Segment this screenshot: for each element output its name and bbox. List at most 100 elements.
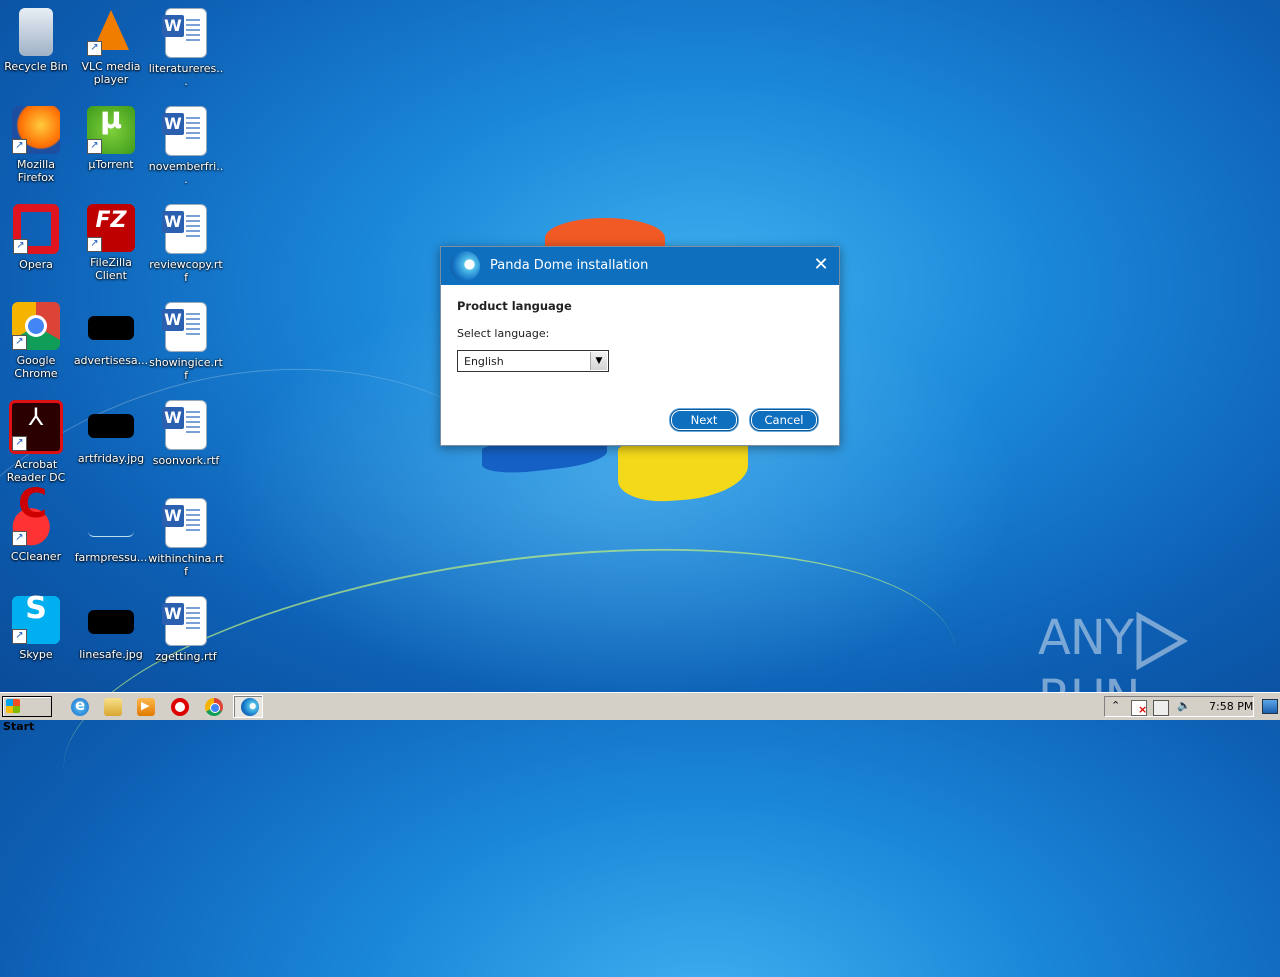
- filezilla-icon: ↗: [87, 204, 135, 252]
- windows-logo-icon: [6, 699, 20, 713]
- desktop-icon-label: VLC media player: [81, 60, 141, 86]
- panda-logo-icon: [241, 698, 259, 716]
- desktop-icon-label: novemberfri...: [148, 160, 224, 186]
- desktop-icon-label: literatureres...: [148, 62, 224, 88]
- show-hidden-icons-button[interactable]: ⌃: [1111, 699, 1120, 712]
- network-icon[interactable]: [1153, 700, 1169, 716]
- shortcut-arrow-icon: ↗: [13, 239, 28, 254]
- desktop-icon-ccleaner[interactable]: ↗ CCleaner: [0, 498, 74, 563]
- desktop-icon-novemberfri[interactable]: novemberfri...: [148, 106, 224, 186]
- chrome-icon: ↗: [12, 302, 60, 350]
- dialog-heading: Product language: [457, 299, 572, 313]
- taskbar-panda-installer-button[interactable]: [233, 695, 263, 718]
- desktop-icon-reviewcopy[interactable]: reviewcopy.rtf: [148, 204, 224, 284]
- desktop-icon-acrobat[interactable]: ↗ Acrobat Reader DC: [0, 400, 74, 484]
- acrobat-icon: ↗: [9, 400, 63, 454]
- opera-icon[interactable]: [171, 698, 189, 716]
- desktop-icon-chrome[interactable]: ↗ Google Chrome: [0, 302, 74, 380]
- firefox-icon: ↗: [12, 106, 60, 154]
- word-document-icon: [162, 400, 207, 450]
- shortcut-arrow-icon: ↗: [87, 237, 102, 252]
- word-document-icon: [162, 596, 207, 646]
- desktop-icon-label: CCleaner: [10, 550, 62, 563]
- chevron-down-icon[interactable]: ▼: [590, 352, 607, 370]
- desktop-icon-opera[interactable]: ↗ Opera: [0, 204, 74, 271]
- desktop-icon-label: Google Chrome: [14, 354, 58, 380]
- media-player-icon[interactable]: [137, 698, 155, 716]
- desktop-icon-label: soonvork.rtf: [152, 454, 220, 467]
- language-select[interactable]: English ▼: [457, 350, 609, 372]
- desktop-icon-recycle-bin[interactable]: Recycle Bin: [0, 8, 74, 73]
- desktop-icon-firefox[interactable]: ↗ Mozilla Firefox: [0, 106, 74, 184]
- opera-icon: ↗: [13, 204, 59, 254]
- word-document-icon: [162, 8, 207, 58]
- image-file-icon: [88, 610, 134, 634]
- utorrent-icon: ↗: [87, 106, 135, 154]
- desktop-icon-linesafe[interactable]: linesafe.jpg: [73, 596, 149, 661]
- watermark-text-left: ANY: [1038, 610, 1134, 666]
- shortcut-arrow-icon: ↗: [87, 139, 102, 154]
- shortcut-arrow-icon: ↗: [12, 335, 27, 350]
- desktop-icon-label: µTorrent: [88, 158, 134, 171]
- desktop-icon-showingice[interactable]: showingice.rtf: [148, 302, 224, 382]
- panda-dome-installer-dialog: Panda Dome installation ✕ Product langua…: [440, 246, 840, 446]
- panda-logo-icon: [450, 251, 480, 281]
- image-file-icon: [88, 414, 134, 438]
- desktop-icon-label: FileZilla Client: [90, 256, 132, 282]
- volume-icon[interactable]: 🔈: [1177, 699, 1191, 712]
- shortcut-arrow-icon: ↗: [12, 436, 27, 451]
- language-select-label: Select language:: [457, 327, 550, 340]
- desktop-icon-zgetting[interactable]: zgetting.rtf: [148, 596, 224, 663]
- desktop-icon-farmpressu[interactable]: farmpressu...: [73, 498, 149, 564]
- desktop-icon-literatureres[interactable]: literatureres...: [148, 8, 224, 88]
- show-desktop-button[interactable]: [1262, 699, 1278, 714]
- desktop-icon-label: Opera: [19, 258, 53, 271]
- dialog-titlebar[interactable]: Panda Dome installation ✕: [441, 247, 839, 285]
- desktop-icon-filezilla[interactable]: ↗ FileZilla Client: [73, 204, 149, 282]
- vlc-icon: ↗: [87, 8, 135, 56]
- shortcut-arrow-icon: ↗: [12, 531, 27, 546]
- word-document-icon: [162, 204, 207, 254]
- desktop-icon-skype[interactable]: ↗ Skype: [0, 596, 74, 661]
- action-center-flag-icon[interactable]: [1131, 700, 1147, 716]
- word-document-icon: [162, 498, 207, 548]
- desktop-icon-vlc[interactable]: ↗ VLC media player: [73, 8, 149, 86]
- desktop-icon-withinchina[interactable]: withinchina.rtf: [148, 498, 224, 578]
- taskbar: Start ⌃ 🔈 7:58 PM: [0, 692, 1280, 733]
- desktop-icon-label: Recycle Bin: [4, 60, 68, 73]
- next-button[interactable]: Next: [670, 409, 738, 431]
- desktop-icon-label: withinchina.rtf: [148, 552, 224, 578]
- shortcut-arrow-icon: ↗: [12, 139, 27, 154]
- internet-explorer-icon[interactable]: [71, 696, 89, 716]
- desktop-icon-advertisesa[interactable]: advertisesa...: [73, 302, 149, 367]
- desktop-icon-label: Skype: [19, 648, 53, 661]
- desktop-icon-label: Mozilla Firefox: [17, 158, 55, 184]
- desktop-icon-label: linesafe.jpg: [79, 648, 143, 661]
- start-label: Start: [3, 720, 35, 733]
- start-button[interactable]: Start: [2, 696, 52, 733]
- language-select-value: English: [464, 355, 504, 368]
- word-document-icon: [162, 302, 207, 352]
- desktop-icon-artfriday[interactable]: artfriday.jpg: [73, 400, 149, 465]
- clock[interactable]: 7:58 PM: [1209, 700, 1253, 713]
- desktop-icon-label: advertisesa...: [73, 354, 149, 367]
- desktop-icon-soonvork[interactable]: soonvork.rtf: [148, 400, 224, 467]
- cancel-button[interactable]: Cancel: [750, 409, 818, 431]
- shortcut-arrow-icon: ↗: [87, 41, 102, 56]
- desktop-icon-label: showingice.rtf: [149, 356, 223, 382]
- desktop-icon-utorrent[interactable]: ↗ µTorrent: [73, 106, 149, 171]
- desktop-icon-label: artfriday.jpg: [77, 452, 145, 465]
- desktop-icon-label: reviewcopy.rtf: [149, 258, 223, 284]
- close-button[interactable]: ✕: [811, 255, 831, 275]
- dialog-body: Product language Select language: Englis…: [441, 285, 839, 386]
- image-file-icon: [88, 316, 134, 340]
- image-file-icon: [88, 506, 134, 537]
- dialog-title: Panda Dome installation: [490, 258, 649, 273]
- word-document-icon: [162, 106, 207, 156]
- ccleaner-icon: ↗: [12, 498, 60, 546]
- file-explorer-icon[interactable]: [104, 698, 122, 716]
- chrome-icon[interactable]: [205, 698, 223, 716]
- recycle-bin-icon: [19, 8, 53, 56]
- desktop-icon-label: farmpressu...: [74, 551, 148, 564]
- shortcut-arrow-icon: ↗: [12, 629, 27, 644]
